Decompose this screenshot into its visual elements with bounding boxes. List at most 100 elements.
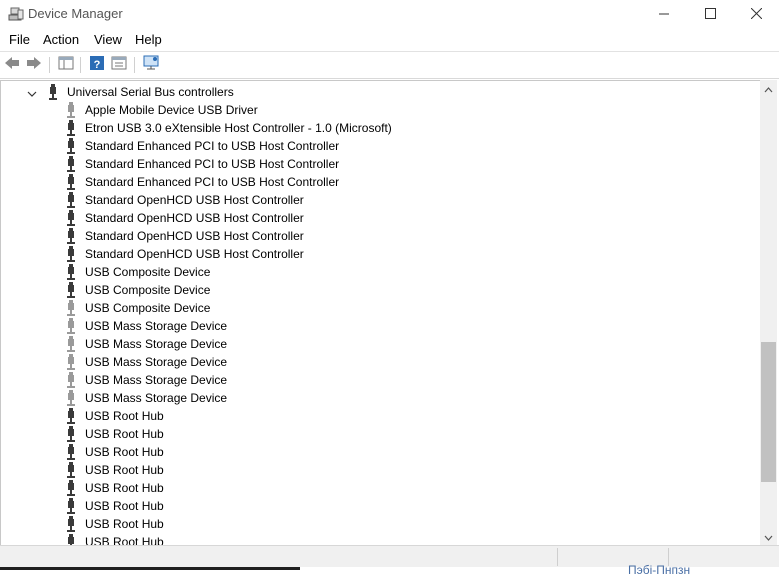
device-row[interactable]: USB Root Hub [63, 497, 164, 515]
toolbar-separator [49, 57, 50, 73]
device-row[interactable]: Standard OpenHCD USB Host Controller [63, 191, 304, 209]
device-tree[interactable]: Universal Serial Bus controllers Apple M… [0, 80, 761, 546]
device-row[interactable]: USB Root Hub [63, 425, 164, 443]
show-hide-console-tree-button[interactable] [56, 55, 76, 75]
device-label: Standard OpenHCD USB Host Controller [85, 247, 304, 261]
usb-connector-icon [63, 210, 79, 226]
maximize-icon [704, 6, 716, 24]
usb-connector-icon [63, 102, 79, 118]
device-label: USB Root Hub [85, 409, 164, 423]
device-row[interactable]: Apple Mobile Device USB Driver [63, 101, 258, 119]
status-divider [557, 548, 558, 566]
category-usb-controllers[interactable]: Universal Serial Bus controllers [45, 83, 234, 101]
scrollbar-thumb[interactable] [761, 342, 776, 482]
usb-connector-icon [63, 408, 79, 424]
device-row[interactable]: Standard OpenHCD USB Host Controller [63, 245, 304, 263]
device-row[interactable]: USB Mass Storage Device [63, 317, 227, 335]
scan-hardware-changes-button[interactable] [141, 55, 161, 75]
usb-connector-icon [63, 372, 79, 388]
menu-file[interactable]: File [9, 32, 30, 47]
show-hide-console-tree-icon [58, 56, 74, 75]
usb-connector-icon [63, 192, 79, 208]
scroll-down-button[interactable] [760, 528, 777, 545]
usb-connector-icon [63, 336, 79, 352]
scroll-down-arrow-icon [764, 528, 773, 546]
close-button[interactable] [733, 0, 779, 29]
device-row[interactable]: Standard OpenHCD USB Host Controller [63, 209, 304, 227]
usb-connector-icon [45, 84, 61, 100]
device-row[interactable]: Standard Enhanced PCI to USB Host Contro… [63, 137, 339, 155]
device-row[interactable]: USB Mass Storage Device [63, 371, 227, 389]
device-row[interactable]: Standard Enhanced PCI to USB Host Contro… [63, 173, 339, 191]
device-row[interactable]: USB Root Hub [63, 443, 164, 461]
properties-icon [111, 56, 127, 75]
minimize-button[interactable] [641, 0, 687, 29]
chevron-down-icon[interactable] [26, 87, 38, 99]
usb-connector-icon [63, 120, 79, 136]
category-label: Universal Serial Bus controllers [67, 85, 234, 99]
device-label: USB Root Hub [85, 499, 164, 513]
usb-connector-icon [63, 264, 79, 280]
usb-connector-icon [63, 174, 79, 190]
device-row[interactable]: USB Mass Storage Device [63, 353, 227, 371]
device-label: Standard OpenHCD USB Host Controller [85, 211, 304, 225]
menu-action[interactable]: Action [43, 32, 79, 47]
device-label: USB Mass Storage Device [85, 391, 228, 405]
device-row[interactable]: USB Mass Storage Device [63, 335, 227, 353]
usb-connector-icon [63, 318, 79, 334]
device-label: Standard Enhanced PCI to USB Host Contro… [85, 175, 340, 189]
device-row[interactable]: USB Composite Device [63, 263, 210, 281]
device-row[interactable]: USB Root Hub [63, 407, 164, 425]
svg-text:?: ? [94, 59, 101, 71]
close-icon [750, 6, 762, 24]
usb-connector-icon [63, 516, 79, 532]
device-row[interactable]: USB Root Hub [63, 515, 164, 533]
minimize-icon [659, 6, 669, 24]
device-label: USB Composite Device [85, 265, 211, 279]
usb-connector-icon [63, 462, 79, 478]
device-row[interactable]: Etron USB 3.0 eXtensible Host Controller… [63, 119, 392, 137]
usb-connector-icon [63, 480, 79, 496]
window-title: Device Manager [28, 6, 123, 21]
device-label: USB Composite Device [85, 301, 211, 315]
toolbar: ? [0, 52, 779, 79]
device-label: USB Root Hub [85, 427, 164, 441]
usb-connector-icon [63, 444, 79, 460]
device-label: Apple Mobile Device USB Driver [85, 103, 258, 117]
menu-bar: File Action View Help [0, 29, 779, 52]
back-button[interactable] [2, 55, 22, 75]
usb-connector-icon [63, 156, 79, 172]
device-row[interactable]: USB Mass Storage Device [63, 389, 227, 407]
forward-button[interactable] [24, 55, 44, 75]
properties-button[interactable] [109, 55, 129, 75]
device-row[interactable]: USB Composite Device [63, 281, 210, 299]
taskbar-active-indicator [0, 567, 300, 570]
device-row[interactable]: USB Composite Device [63, 299, 210, 317]
help-button[interactable]: ? [87, 55, 107, 75]
device-row[interactable]: Standard Enhanced PCI to USB Host Contro… [63, 155, 339, 173]
taskbar-item-label[interactable]: Пэбі-Пнпзн [628, 563, 690, 577]
scroll-up-arrow-icon [764, 80, 773, 98]
usb-connector-icon [63, 138, 79, 154]
vertical-scrollbar[interactable] [760, 80, 777, 545]
device-label: Standard Enhanced PCI to USB Host Contro… [85, 139, 340, 153]
title-bar: Device Manager [0, 0, 779, 29]
help-icon: ? [89, 55, 105, 76]
device-label: USB Root Hub [85, 481, 164, 495]
device-row[interactable]: USB Root Hub [63, 461, 164, 479]
usb-connector-icon [63, 300, 79, 316]
usb-connector-icon [63, 354, 79, 370]
device-label: USB Mass Storage Device [85, 355, 228, 369]
device-label: USB Composite Device [85, 283, 211, 297]
device-label: Standard Enhanced PCI to USB Host Contro… [85, 157, 340, 171]
forward-arrow-icon [26, 56, 42, 75]
maximize-button[interactable] [687, 0, 733, 29]
usb-connector-icon [63, 228, 79, 244]
scroll-up-button[interactable] [760, 80, 777, 97]
device-row[interactable]: USB Root Hub [63, 479, 164, 497]
menu-view[interactable]: View [94, 32, 122, 47]
usb-connector-icon [63, 246, 79, 262]
usb-connector-icon [63, 498, 79, 514]
menu-help[interactable]: Help [135, 32, 162, 47]
device-row[interactable]: Standard OpenHCD USB Host Controller [63, 227, 304, 245]
